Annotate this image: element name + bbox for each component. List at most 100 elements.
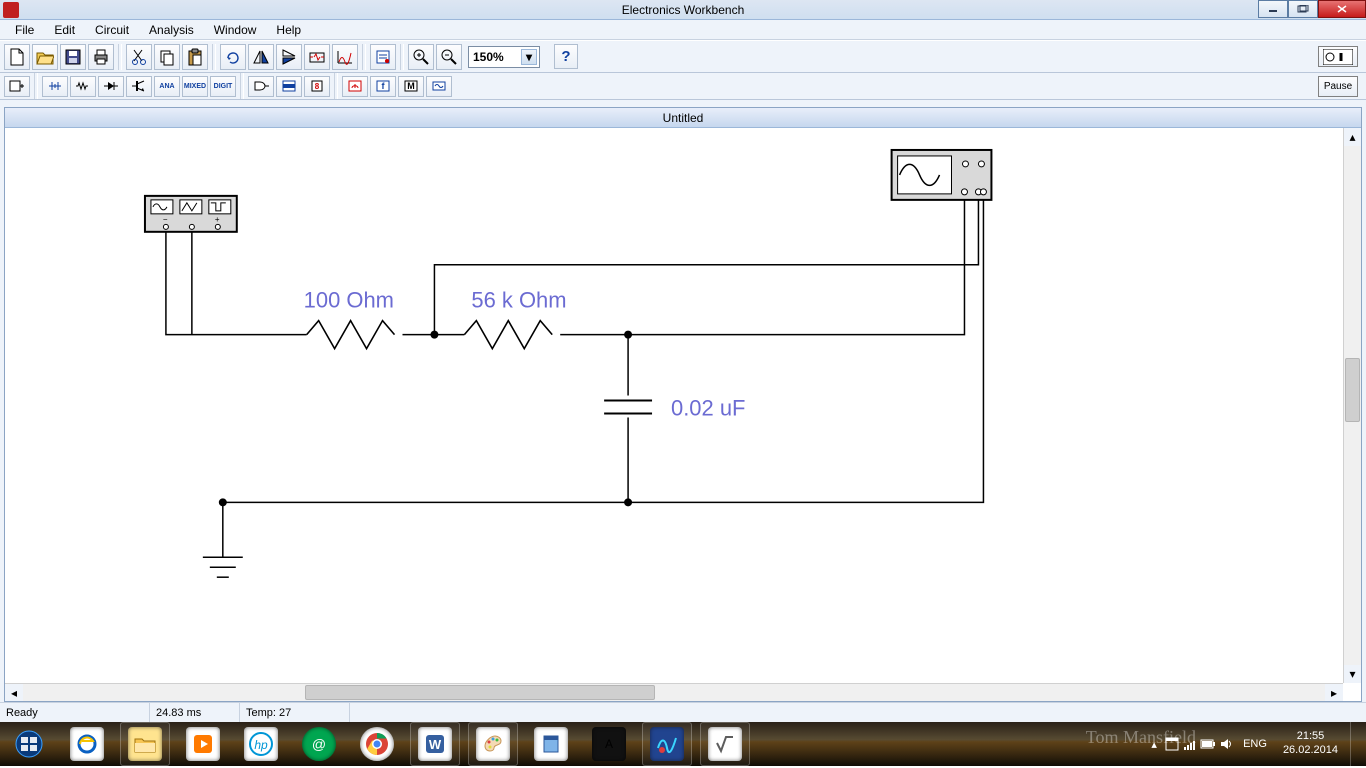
- zoom-out-icon[interactable]: [436, 44, 462, 70]
- minimize-button[interactable]: [1258, 0, 1288, 18]
- svg-text:+: +: [215, 215, 220, 224]
- digital-bin-icon[interactable]: [276, 76, 302, 97]
- window-title: Electronics Workbench: [622, 3, 745, 17]
- app-icon: [3, 2, 19, 18]
- ground-symbol[interactable]: [203, 557, 243, 577]
- workspace: Untitled: [0, 100, 1366, 702]
- status-sim-time: 24.83 ms: [150, 703, 240, 722]
- flip-horizontal-icon[interactable]: [248, 44, 274, 70]
- instruments2-bin-icon[interactable]: [426, 76, 452, 97]
- zoom-in-icon[interactable]: [408, 44, 434, 70]
- copy-icon[interactable]: [154, 44, 180, 70]
- zoom-select[interactable]: 150% ▾: [468, 46, 540, 68]
- svg-text:8: 8: [315, 82, 320, 91]
- favorites-bin-icon[interactable]: [4, 76, 30, 97]
- status-bar: Ready 24.83 ms Temp: 27: [0, 702, 1366, 722]
- svg-text:hp: hp: [254, 738, 268, 752]
- start-button[interactable]: [0, 722, 58, 766]
- task-notes-icon[interactable]: [522, 722, 580, 766]
- analog-ics-bin-icon[interactable]: ANA: [154, 76, 180, 97]
- schematic-canvas[interactable]: − + 100 Ohm 56 k Ohm 0.02 uF: [5, 128, 1343, 683]
- svg-text:W: W: [429, 737, 442, 752]
- tray-volume-icon[interactable]: [1217, 722, 1235, 766]
- open-file-icon[interactable]: [32, 44, 58, 70]
- menu-circuit[interactable]: Circuit: [86, 21, 138, 39]
- misc-bin-icon[interactable]: f: [370, 76, 396, 97]
- close-button[interactable]: [1318, 0, 1366, 18]
- menu-window[interactable]: Window: [205, 21, 266, 39]
- parts-toolbar: ANA MIXED DIGIT 8 f M Pause: [0, 73, 1366, 100]
- menu-bar: File Edit Circuit Analysis Window Help: [0, 20, 1366, 40]
- print-icon[interactable]: [88, 44, 114, 70]
- document-title-bar[interactable]: Untitled: [5, 108, 1361, 128]
- tray-chevron-up-icon[interactable]: ▴: [1145, 722, 1163, 766]
- menu-help[interactable]: Help: [267, 21, 310, 39]
- task-ie-icon[interactable]: [58, 722, 116, 766]
- tray-action-center-icon[interactable]: [1163, 722, 1181, 766]
- subcircuit-icon[interactable]: [304, 44, 330, 70]
- task-media-icon[interactable]: [174, 722, 232, 766]
- scroll-right-icon[interactable]: ▸: [1325, 684, 1343, 701]
- tray-battery-icon[interactable]: [1199, 722, 1217, 766]
- logic-gates-bin-icon[interactable]: [248, 76, 274, 97]
- resistor-r1[interactable]: [307, 321, 395, 349]
- tray-network-icon[interactable]: [1181, 722, 1199, 766]
- system-tray: ▴ ENG 21:55 26.02.2014: [1145, 722, 1366, 766]
- task-chrome-icon[interactable]: [348, 722, 406, 766]
- task-explorer-icon[interactable]: [116, 722, 174, 766]
- scroll-thumb[interactable]: [305, 685, 655, 700]
- horizontal-scrollbar[interactable]: ◂ ▸: [5, 683, 1343, 701]
- new-file-icon[interactable]: [4, 44, 30, 70]
- function-generator-instrument[interactable]: − +: [145, 196, 237, 232]
- digital-ics-bin-icon[interactable]: DIGIT: [210, 76, 236, 97]
- task-a-icon[interactable]: A: [580, 722, 638, 766]
- tray-time: 21:55: [1283, 730, 1338, 744]
- save-file-icon[interactable]: [60, 44, 86, 70]
- svg-text:f: f: [382, 81, 386, 91]
- status-temp: Temp: 27: [240, 703, 350, 722]
- sources-bin-icon[interactable]: [42, 76, 68, 97]
- mixed-ics-bin-icon[interactable]: MIXED: [182, 76, 208, 97]
- pause-button[interactable]: Pause: [1318, 76, 1358, 97]
- indicators-bin-icon[interactable]: 8: [304, 76, 330, 97]
- status-ready: Ready: [0, 703, 150, 722]
- menu-analysis[interactable]: Analysis: [140, 21, 203, 39]
- graph-icon[interactable]: [332, 44, 358, 70]
- show-desktop-button[interactable]: [1350, 722, 1360, 766]
- cut-icon[interactable]: [126, 44, 152, 70]
- controls-bin-icon[interactable]: [342, 76, 368, 97]
- tray-clock[interactable]: 21:55 26.02.2014: [1275, 730, 1346, 758]
- maximize-button[interactable]: [1288, 0, 1318, 18]
- task-mail-icon[interactable]: @: [290, 722, 348, 766]
- simulate-switch[interactable]: [1318, 46, 1358, 67]
- scroll-thumb[interactable]: [1345, 358, 1360, 422]
- main-toolbar: 150% ▾ ?: [0, 40, 1366, 73]
- status-filler: [350, 703, 1366, 722]
- vertical-scrollbar[interactable]: ▴ ▾: [1343, 128, 1361, 683]
- help-button[interactable]: ?: [554, 44, 578, 69]
- task-math-icon[interactable]: [696, 722, 754, 766]
- chevron-down-icon: ▾: [521, 49, 537, 65]
- basic-bin-icon[interactable]: [70, 76, 96, 97]
- task-paint-icon[interactable]: [464, 722, 522, 766]
- resistor-r2[interactable]: [464, 321, 552, 349]
- scroll-left-icon[interactable]: ◂: [5, 684, 23, 701]
- scroll-down-icon[interactable]: ▾: [1344, 665, 1361, 683]
- transistors-bin-icon[interactable]: [126, 76, 152, 97]
- component-properties-icon[interactable]: [370, 44, 396, 70]
- paste-icon[interactable]: [182, 44, 208, 70]
- rotate-icon[interactable]: [220, 44, 246, 70]
- scroll-up-icon[interactable]: ▴: [1344, 128, 1361, 146]
- menu-file[interactable]: File: [6, 21, 43, 39]
- diodes-bin-icon[interactable]: [98, 76, 124, 97]
- tray-date: 26.02.2014: [1283, 744, 1338, 758]
- oscilloscope-instrument[interactable]: [892, 150, 992, 200]
- task-ewb-icon[interactable]: [638, 722, 696, 766]
- task-word-icon[interactable]: W: [406, 722, 464, 766]
- flip-vertical-icon[interactable]: [276, 44, 302, 70]
- tray-language[interactable]: ENG: [1235, 738, 1275, 750]
- task-hp-icon[interactable]: hp: [232, 722, 290, 766]
- menu-edit[interactable]: Edit: [45, 21, 84, 39]
- capacitor-c1[interactable]: [604, 401, 652, 414]
- instruments-bin-icon[interactable]: M: [398, 76, 424, 97]
